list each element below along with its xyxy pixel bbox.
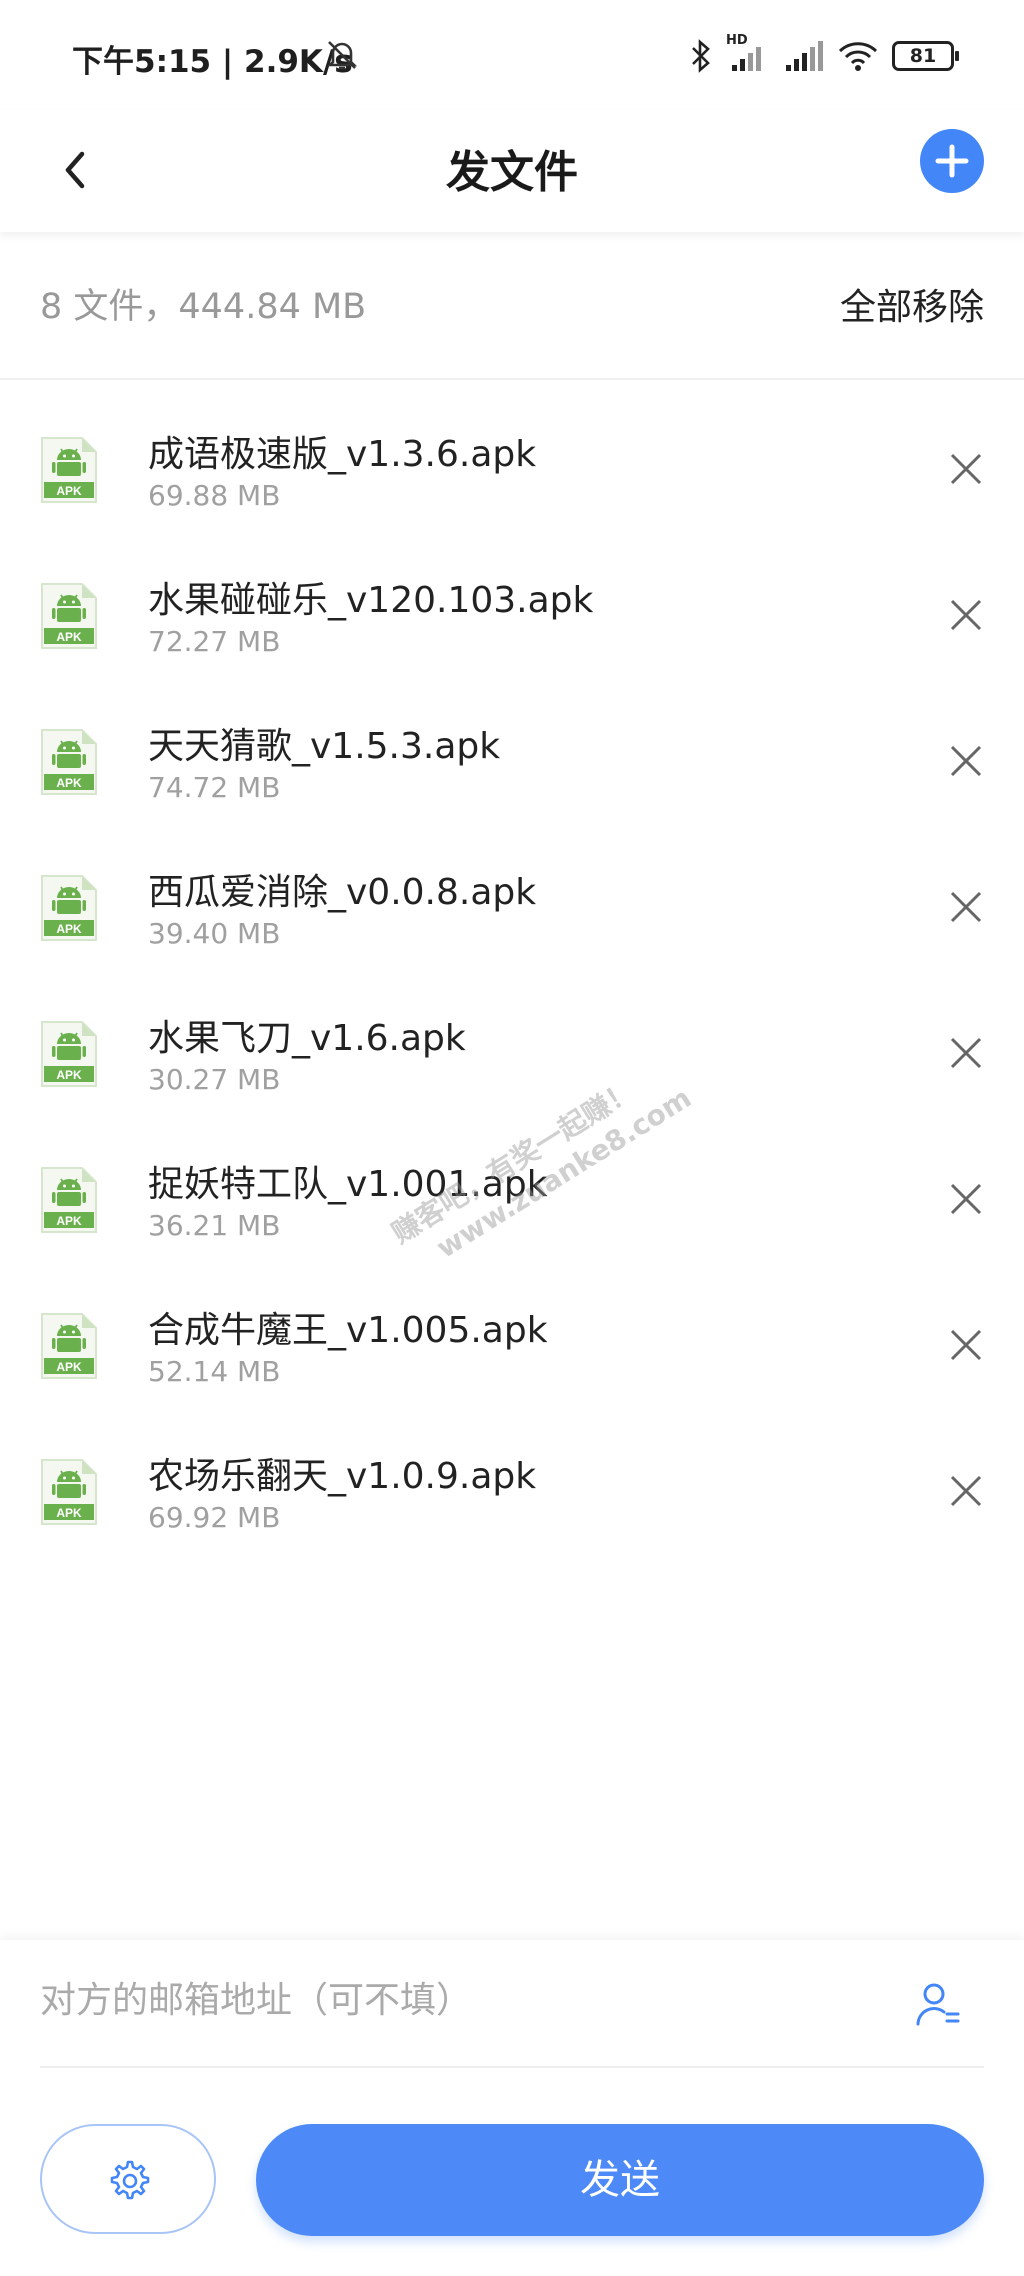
close-icon[interactable] [946,1471,986,1511]
apk-label: APK [56,776,82,790]
page-title: 发文件 [446,147,578,198]
files-summary: 8 文件，444.84 MB 全部移除 [0,240,1024,380]
apk-android-icon: APK [41,1459,97,1525]
apk-android-icon: APK [41,1167,97,1233]
add-file-button[interactable] [920,129,984,193]
close-icon[interactable] [946,449,986,489]
status-icons: HD 81 [690,33,959,76]
close-icon[interactable] [946,741,986,781]
status-bar: 下午5:15 | 2.9K/s HD 81 [0,0,1024,110]
close-icon[interactable] [946,1033,986,1073]
bell-muted-icon [326,41,358,70]
apk-android-icon: APK [41,875,97,941]
apk-label: APK [56,630,82,644]
file-row: APK 水果飞刀_v1.6.apk 30.27 MB [0,967,1024,1113]
apk-android-icon: APK [41,1313,97,1379]
file-row: APK 西瓜爱消除_v0.0.8.apk 39.40 MB [0,821,1024,967]
apk-android-icon: APK [41,583,97,649]
close-icon[interactable] [946,1325,986,1365]
file-name: 西瓜爱消除_v0.0.8.apk [148,872,537,913]
file-size: 30.27 MB [148,1063,281,1096]
apk-label: APK [56,484,82,498]
file-size: 39.40 MB [148,917,281,950]
file-row: APK 天天猜歌_v1.5.3.apk 74.72 MB [0,675,1024,821]
bluetooth-icon [692,39,710,73]
apk-label: APK [56,1360,82,1374]
close-icon[interactable] [946,1179,986,1219]
remove-all-button[interactable]: 全部移除 [840,278,984,330]
file-name: 水果碰碰乐_v120.103.apk [148,580,594,621]
file-name: 天天猜歌_v1.5.3.apk [148,726,501,767]
file-size: 74.72 MB [148,771,281,804]
file-row: APK 合成牛魔王_v1.005.apk 52.14 MB [0,1259,1024,1405]
apk-label: APK [56,922,82,936]
send-button[interactable]: 发送 [256,2124,984,2236]
signal-icon [786,41,823,71]
file-count-size: 8 文件，444.84 MB [40,287,367,327]
apk-android-icon: APK [41,437,97,503]
battery-indicator: 81 [892,41,959,71]
file-name: 合成牛魔王_v1.005.apk [148,1310,548,1351]
apk-label: APK [56,1506,82,1520]
gear-icon [110,2160,150,2200]
file-row: APK 水果碰碰乐_v120.103.apk 72.27 MB [0,529,1024,675]
file-row: APK 成语极速版_v1.3.6.apk 69.88 MB [0,383,1024,529]
signal-hd-icon: HD [726,33,770,73]
file-row: APK 农场乐翻天_v1.0.9.apk 69.92 MB [0,1405,1024,1551]
apk-label: APK [56,1068,82,1082]
wifi-icon [838,42,878,71]
email-row [40,1940,984,2068]
file-name: 农场乐翻天_v1.0.9.apk [148,1456,537,1497]
email-field[interactable] [40,1968,860,2032]
file-size: 72.27 MB [148,625,281,658]
bottom-panel: 发送 [0,1940,1024,2276]
file-name: 成语极速版_v1.3.6.apk [148,434,537,475]
apk-label: APK [56,1214,82,1228]
file-size: 69.92 MB [148,1501,281,1534]
close-icon[interactable] [946,595,986,635]
settings-button[interactable] [40,2124,216,2234]
status-time-speed: 下午5:15 | 2.9K/s [72,44,353,80]
file-size: 52.14 MB [148,1355,281,1388]
app-header: 发文件 [0,110,1024,232]
apk-android-icon: APK [41,1021,97,1087]
close-icon[interactable] [946,887,986,927]
file-size: 69.88 MB [148,479,281,512]
file-list: APK 成语极速版_v1.3.6.apk 69.88 MB APK 水果碰碰乐_… [0,383,1024,1551]
apk-android-icon: APK [41,729,97,795]
contact-picker-icon[interactable] [914,1980,962,2028]
plus-icon [935,144,969,178]
file-size: 36.21 MB [148,1209,281,1242]
file-name: 水果飞刀_v1.6.apk [148,1018,466,1059]
